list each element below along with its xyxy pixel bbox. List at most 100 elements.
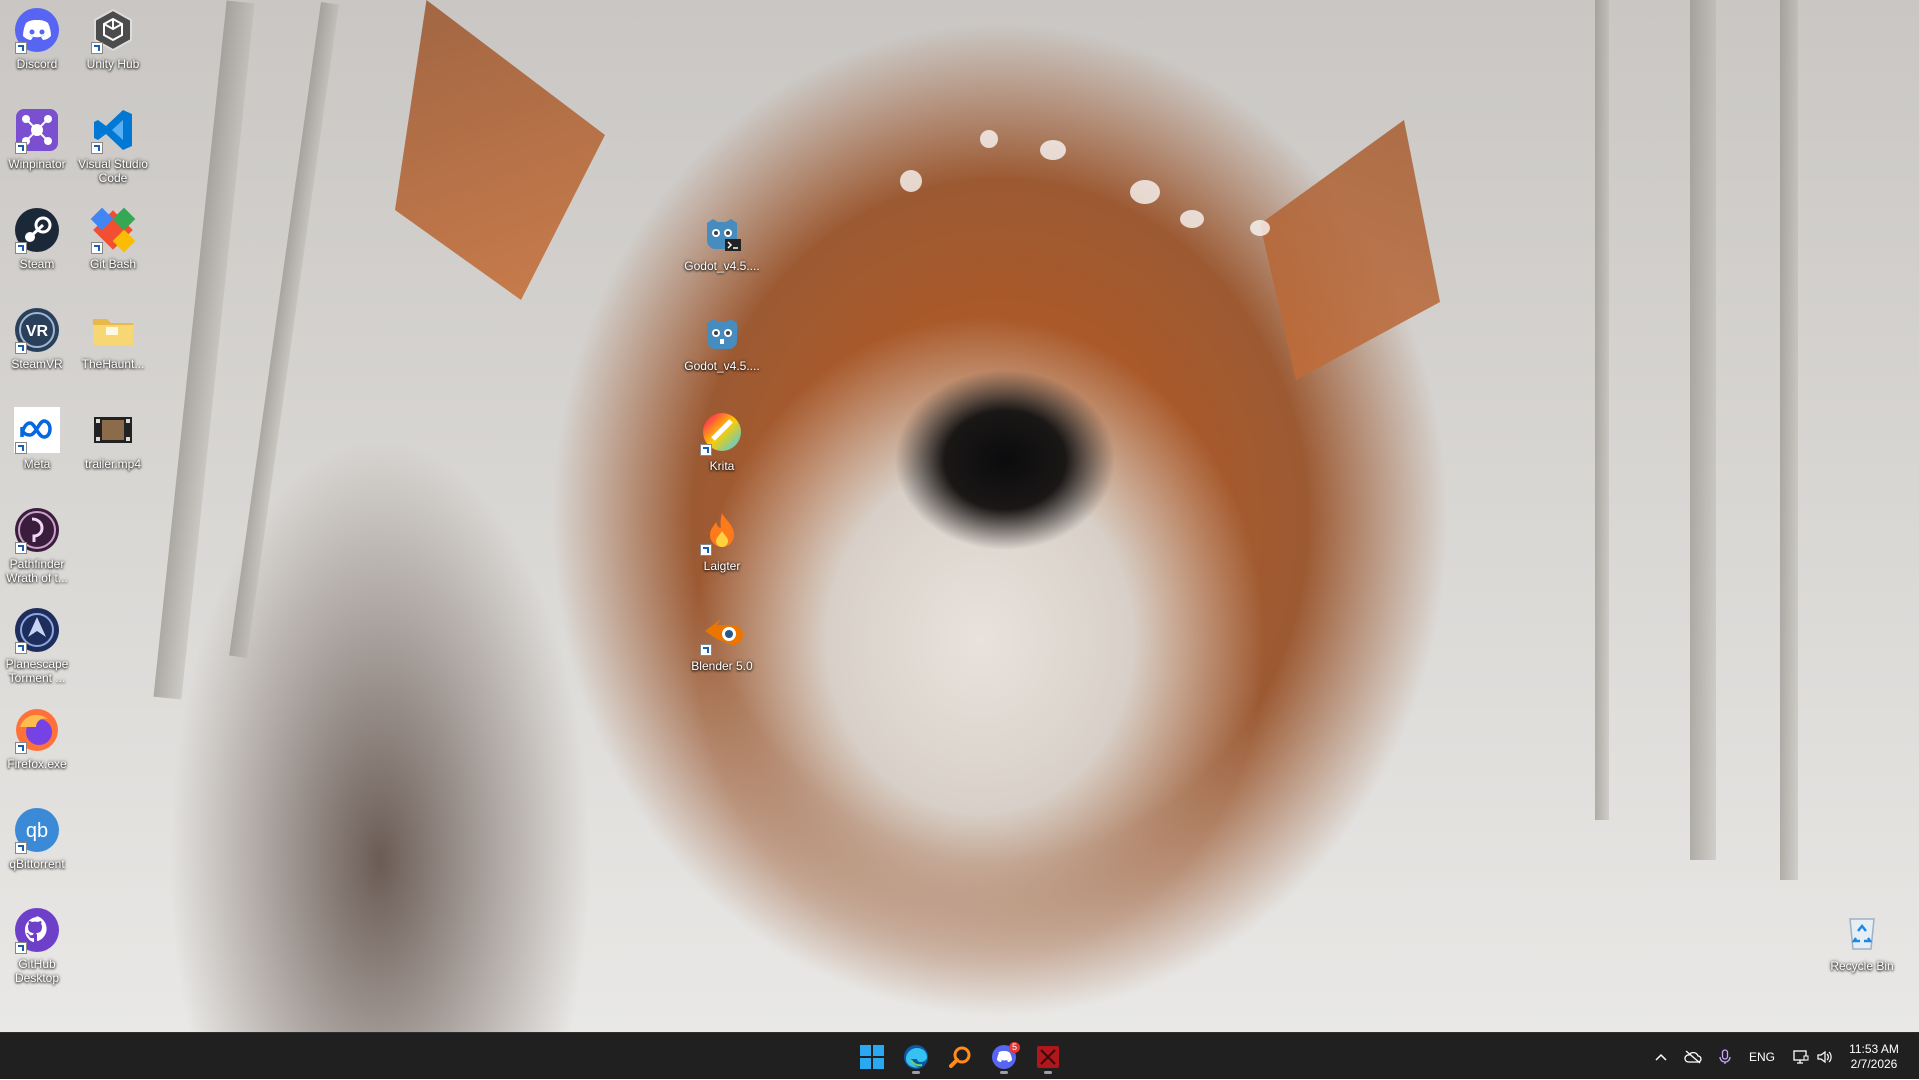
search-magnifier-icon — [949, 1046, 971, 1068]
desktop-icon-trailer[interactable]: trailer.mp4 — [77, 406, 149, 471]
volume-icon — [1817, 1050, 1832, 1063]
desktop-icon-label: qBittorrent — [9, 857, 65, 871]
desktop-icon-meta[interactable]: Meta — [1, 406, 73, 471]
desktop-icon-label: trailer.mp4 — [84, 457, 142, 471]
desktop-icon-steamvr[interactable]: VR SteamVR — [1, 306, 73, 371]
folder-icon — [89, 306, 137, 354]
firefox-icon — [13, 706, 61, 754]
desktop-icon-label: Godot_v4.5.... — [684, 359, 760, 373]
planescape-icon — [13, 606, 61, 654]
shortcut-arrow-icon — [15, 942, 27, 954]
desktop-icon-qbittorrent[interactable]: qb qBittorrent — [1, 806, 73, 871]
krita-icon — [698, 408, 746, 456]
taskbar-edge[interactable] — [898, 1039, 934, 1075]
desktop-icon-label: Godot_v4.5.... — [684, 259, 760, 273]
running-indicator — [1000, 1071, 1008, 1074]
tray-volume[interactable] — [1814, 1033, 1836, 1080]
language-indicator[interactable]: ENG — [1744, 1033, 1780, 1080]
steam-icon — [13, 206, 61, 254]
meta-icon — [13, 406, 61, 454]
desktop-icon-recycle-bin[interactable]: Recycle Bin — [1826, 908, 1898, 973]
desktop-icon-label: Krita — [709, 459, 735, 473]
tray-onedrive[interactable] — [1680, 1033, 1706, 1080]
shortcut-arrow-icon — [15, 742, 27, 754]
shortcut-arrow-icon — [700, 544, 712, 556]
git-bash-icon — [89, 206, 137, 254]
wallpaper-tree — [229, 1, 339, 659]
discord-icon — [13, 6, 61, 54]
start-button[interactable] — [854, 1039, 890, 1075]
shortcut-arrow-icon — [15, 242, 27, 254]
desktop-icon-visual-studio-code[interactable]: Visual Studio Code — [77, 106, 149, 185]
desktop-icon-blender[interactable]: Blender 5.0 — [686, 608, 758, 673]
clock[interactable]: 11:53 AM 2/7/2026 — [1842, 1033, 1906, 1080]
wallpaper-fox-ear — [1260, 120, 1440, 380]
godot-console-icon — [698, 208, 746, 256]
wallpaper-snow — [1130, 180, 1160, 204]
desktop-icon-label: Firefox.exe — [7, 757, 67, 771]
microphone-icon — [1719, 1048, 1731, 1064]
recycle-bin-icon — [1838, 908, 1886, 956]
svg-text:qb: qb — [26, 820, 48, 842]
wallpaper-snow — [1250, 220, 1270, 236]
desktop-icon-winpinator[interactable]: Winpinator — [1, 106, 73, 171]
taskbar-red-app[interactable] — [1030, 1039, 1066, 1075]
wallpaper-tree — [1780, 0, 1798, 880]
red-app-icon — [1037, 1046, 1059, 1068]
desktop-icon-label: Visual Studio Code — [78, 157, 148, 185]
desktop-icon-godot-console[interactable]: Godot_v4.5.... — [684, 208, 760, 273]
tray-microphone[interactable] — [1714, 1033, 1736, 1080]
tray-network[interactable] — [1790, 1033, 1812, 1080]
desktop-icon-label: Blender 5.0 — [691, 659, 753, 673]
shortcut-arrow-icon — [91, 142, 103, 154]
taskbar-search[interactable] — [942, 1039, 978, 1075]
github-desktop-icon — [13, 906, 61, 954]
desktop-icon-steam[interactable]: Steam — [1, 206, 73, 271]
shortcut-arrow-icon — [700, 444, 712, 456]
desktop-icon-godot[interactable]: Godot_v4.5.... — [684, 308, 760, 373]
desktop-icon-pathfinder[interactable]: Pathfinder Wrath of t... — [1, 506, 73, 585]
shortcut-arrow-icon — [15, 642, 27, 654]
winpinator-icon — [13, 106, 61, 154]
desktop-icon-label: SteamVR — [11, 357, 63, 371]
desktop-icon-label: Discord — [16, 57, 58, 71]
cloud-off-icon — [1684, 1050, 1702, 1063]
show-hidden-icons-button[interactable] — [1649, 1033, 1673, 1080]
qbittorrent-icon: qb — [13, 806, 61, 854]
wallpaper-fox-ear — [395, 0, 605, 300]
desktop-icon-discord[interactable]: Discord — [1, 6, 73, 71]
running-indicator — [1044, 1071, 1052, 1074]
shortcut-arrow-icon — [15, 142, 27, 154]
desktop-icon-github-desktop[interactable]: GitHub Desktop — [1, 906, 73, 985]
taskbar: 5 ENG 11:53 AM 2/7/2026 — [0, 1032, 1919, 1079]
wallpaper-snow — [1180, 210, 1204, 228]
laigter-icon — [698, 508, 746, 556]
shortcut-arrow-icon — [15, 42, 27, 54]
desktop-icon-unity-hub[interactable]: Unity Hub — [77, 6, 149, 71]
desktop-icon-label: TheHaunt... — [81, 357, 145, 371]
wallpaper-tree — [1690, 0, 1716, 860]
desktop-icon-git-bash[interactable]: Git Bash — [77, 206, 149, 271]
shortcut-arrow-icon — [15, 342, 27, 354]
desktop-icon-label: Steam — [19, 257, 55, 271]
unity-hub-icon — [89, 6, 137, 54]
video-file-icon — [89, 406, 137, 454]
shortcut-arrow-icon — [15, 842, 27, 854]
shortcut-arrow-icon — [15, 442, 27, 454]
notification-badge: 5 — [1009, 1042, 1020, 1053]
desktop-icon-planescape[interactable]: Planescape Torment ... — [1, 606, 73, 685]
desktop-icon-krita[interactable]: Krita — [686, 408, 758, 473]
shortcut-arrow-icon — [91, 242, 103, 254]
shortcut-arrow-icon — [700, 644, 712, 656]
desktop-icon-label: Meta — [23, 457, 51, 471]
shortcut-arrow-icon — [91, 42, 103, 54]
desktop-icon-laigter[interactable]: Laigter — [686, 508, 758, 573]
wallpaper-snow — [1040, 140, 1066, 160]
desktop-icon-label: Planescape Torment ... — [5, 657, 69, 685]
running-indicator — [912, 1071, 920, 1074]
taskbar-discord[interactable]: 5 — [986, 1039, 1022, 1075]
desktop-icon-thehaunt[interactable]: TheHaunt... — [77, 306, 149, 371]
network-icon — [1793, 1049, 1809, 1064]
desktop-icon-firefox[interactable]: Firefox.exe — [1, 706, 73, 771]
godot-icon — [698, 308, 746, 356]
